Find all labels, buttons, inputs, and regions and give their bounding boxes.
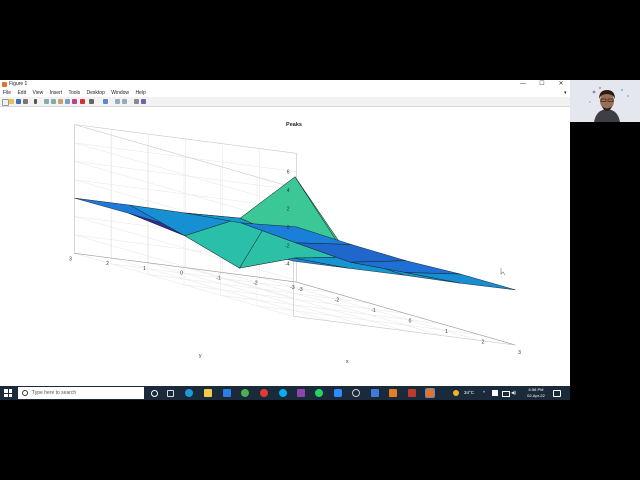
zoom-in-icon[interactable] <box>44 99 49 104</box>
colorbar-icon[interactable] <box>103 99 108 104</box>
chrome-icon[interactable] <box>241 389 249 397</box>
office-icon[interactable] <box>389 389 397 397</box>
menu-insert[interactable]: Insert <box>50 90 63 96</box>
rotate-icon[interactable] <box>65 99 70 104</box>
x-tick-label: -1 <box>371 308 376 314</box>
taskbar-search-box[interactable]: Type here to search <box>18 387 144 399</box>
search-icon <box>22 390 28 396</box>
task-view-icon[interactable] <box>167 390 174 397</box>
y-tick-label: -1 <box>216 276 221 282</box>
clock-app-icon[interactable] <box>352 389 360 397</box>
volume-icon[interactable]: ◀) <box>511 386 516 400</box>
hide-tools-icon[interactable] <box>122 99 127 104</box>
plot-area[interactable]: Peaks -4 -2 0 2 4 6 -3 -2 -1 0 1 2 3 -3 -2 -1 0 1 2 3 x y <box>0 107 570 386</box>
legend-icon[interactable] <box>115 99 120 104</box>
skype-icon[interactable] <box>279 389 287 397</box>
edge-icon[interactable] <box>185 389 193 397</box>
x-axis-line <box>296 281 516 346</box>
search-placeholder: Type here to search <box>32 390 77 396</box>
y-axis-label: y <box>199 353 202 359</box>
windows-taskbar: Type here to search 34°C ^ ◀) 6:58 PM 02… <box>0 386 570 400</box>
file-explorer-icon[interactable] <box>204 389 212 397</box>
teams-icon[interactable] <box>297 389 305 397</box>
z-tick-label: 2 <box>287 207 290 213</box>
photos-icon[interactable] <box>371 389 379 397</box>
matlab-taskbar-icon[interactable] <box>425 388 435 398</box>
windows-start-icon[interactable] <box>4 389 12 397</box>
close-button[interactable]: ✕ <box>554 80 568 89</box>
x-tick-label: -3 <box>298 287 303 293</box>
menu-file[interactable]: File <box>3 90 11 96</box>
surface-plot[interactable]: Peaks -4 -2 0 2 4 6 -3 -2 -1 0 1 2 3 -3 -2 -1 0 1 2 3 x y <box>0 107 570 386</box>
z-tick-label: -4 <box>285 262 290 268</box>
menu-bar: File Edit View Insert Tools Desktop Wind… <box>0 89 570 97</box>
y-tick-label: 0 <box>180 271 183 277</box>
menu-view[interactable]: View <box>32 90 43 96</box>
figure-window: Figure 1 — ☐ ✕ File Edit View Insert Too… <box>0 80 570 386</box>
x-tick-label: 0 <box>409 319 412 325</box>
surface-patch <box>405 272 516 291</box>
z-tick-label: 4 <box>287 188 290 194</box>
cortana-icon[interactable] <box>151 390 158 397</box>
tray-chevron-icon[interactable]: ^ <box>483 386 485 400</box>
menu-window[interactable]: Window <box>111 90 129 96</box>
x-tick-label: 2 <box>482 340 485 346</box>
zoom-icon[interactable] <box>334 389 342 397</box>
x-axis-label: x <box>346 359 349 365</box>
title-bar[interactable]: Figure 1 — ☐ ✕ <box>0 80 570 89</box>
window-title: Figure 1 <box>9 81 28 87</box>
y-tick-label: 3 <box>69 256 72 262</box>
dock-icon[interactable] <box>141 99 146 104</box>
clock-date: 02-Apr-22 <box>527 393 545 398</box>
store-icon[interactable] <box>223 389 231 397</box>
webcam-overlay <box>570 80 640 122</box>
menu-help[interactable]: Help <box>135 90 145 96</box>
figure-toolbar <box>0 97 570 107</box>
y-tick-label: -2 <box>253 280 258 286</box>
pdf-icon[interactable] <box>408 389 416 397</box>
z-tick-label: 0 <box>287 225 290 231</box>
z-tick-label: -2 <box>285 243 290 249</box>
temperature-text: 34°C <box>464 390 475 395</box>
weather-icon <box>453 390 459 396</box>
battery-icon[interactable] <box>502 391 510 397</box>
data-cursor-icon[interactable] <box>72 99 77 104</box>
menu-tools[interactable]: Tools <box>68 90 80 96</box>
pan-icon[interactable] <box>58 99 63 104</box>
x-tick-label: -2 <box>335 298 340 304</box>
maximize-button[interactable]: ☐ <box>535 80 549 89</box>
matlab-icon <box>2 82 7 87</box>
save-icon[interactable] <box>16 99 21 104</box>
chart-title: Peaks <box>286 122 302 128</box>
menu-edit[interactable]: Edit <box>17 90 26 96</box>
taskbar-clock[interactable]: 6:58 PM 02-Apr-22 <box>523 387 549 399</box>
notifications-icon[interactable] <box>553 390 561 397</box>
show-tools-icon[interactable] <box>134 99 139 104</box>
z-tick-label: 6 <box>287 170 290 176</box>
y-tick-label: -3 <box>290 285 295 291</box>
brush-icon[interactable] <box>80 99 85 104</box>
open-icon[interactable] <box>9 99 14 104</box>
print-icon[interactable] <box>23 99 28 104</box>
y-tick-label: 2 <box>106 261 109 267</box>
menu-expand-icon[interactable]: ▾ <box>564 89 567 97</box>
zoom-out-icon[interactable] <box>51 99 56 104</box>
x-tick-label: 1 <box>445 329 448 335</box>
minimize-button[interactable]: — <box>516 80 530 89</box>
link-icon[interactable] <box>89 99 94 104</box>
tray-app-icon[interactable] <box>492 390 498 396</box>
whatsapp-icon[interactable] <box>315 389 323 397</box>
mouse-cursor-icon <box>500 268 506 276</box>
x-tick-label: 3 <box>518 350 521 356</box>
edit-plot-icon[interactable] <box>34 99 37 104</box>
menu-desktop[interactable]: Desktop <box>87 90 105 96</box>
media-player-icon[interactable] <box>260 389 268 397</box>
webcam-person-image <box>570 80 640 122</box>
y-tick-label: 1 <box>143 266 146 272</box>
new-figure-icon[interactable] <box>2 99 9 106</box>
